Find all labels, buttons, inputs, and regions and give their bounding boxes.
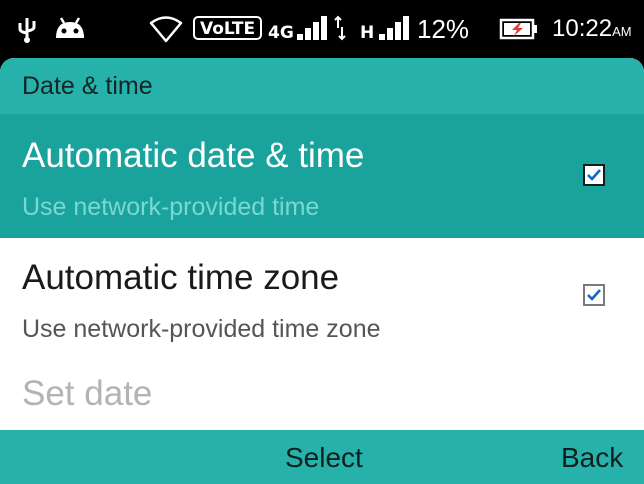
pref-summary: Use network-provided time [22, 193, 320, 221]
pref-title: Automatic time zone [22, 258, 340, 297]
check-icon [587, 169, 601, 181]
battery-percent: 12% [417, 14, 470, 44]
clock: 10:22AM [552, 14, 632, 44]
network-4g-label: 4G [268, 23, 294, 43]
network-h-label: H [360, 23, 375, 43]
volte-badge: VoLTE [193, 16, 263, 40]
pref-set-date: Set date [0, 352, 644, 430]
android-icon [52, 14, 88, 44]
automatic-time-zone-checkbox[interactable] [583, 284, 605, 306]
status-bar: VoLTE 4G H 12% 10:22AM [0, 0, 644, 58]
back-softkey[interactable]: Back [561, 442, 623, 474]
title-bar: Date & time [0, 58, 644, 114]
date-time-settings: Date & time Automatic date & time Use ne… [0, 58, 644, 484]
data-arrows-icon [333, 14, 347, 44]
softkey-bar: Select Back [0, 430, 644, 484]
pref-automatic-time-zone[interactable]: Automatic time zone Use network-provided… [0, 238, 644, 352]
select-softkey[interactable]: Select [285, 442, 363, 474]
pref-title: Automatic date & time [22, 136, 365, 175]
phone-screen: VoLTE 4G H 12% 10:22AM Date & time Autom… [0, 0, 644, 484]
automatic-date-time-checkbox[interactable] [583, 164, 605, 186]
page-title: Date & time [22, 72, 153, 100]
clock-ampm: AM [612, 24, 632, 39]
pref-title: Set date [22, 374, 153, 413]
pref-summary: Use network-provided time zone [22, 315, 381, 343]
signal-icon [296, 14, 332, 44]
battery-charging-icon [498, 14, 538, 44]
usb-icon [16, 14, 38, 44]
wifi-icon [148, 14, 184, 44]
clock-time: 10:22 [552, 15, 613, 42]
pref-automatic-date-time[interactable]: Automatic date & time Use network-provid… [0, 114, 644, 238]
check-icon [587, 289, 601, 301]
signal-icon-secondary [376, 14, 412, 44]
